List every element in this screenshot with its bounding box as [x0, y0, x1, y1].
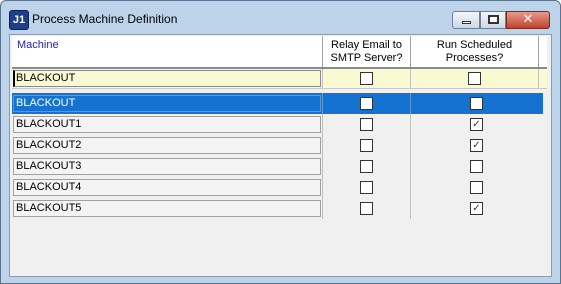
run-scheduled-checkbox[interactable]: ✓ — [470, 117, 483, 131]
relay-email-cell — [322, 135, 410, 156]
title-bar[interactable]: J1 Process Machine Definition ✕ — [1, 1, 560, 35]
maximize-icon — [488, 15, 499, 24]
minimize-button[interactable] — [452, 11, 480, 29]
relay-email-cell — [322, 156, 410, 177]
run-scheduled-cell — [410, 156, 543, 177]
relay-email-checkbox[interactable] — [359, 117, 373, 131]
relay-filter-checkbox[interactable] — [359, 71, 373, 85]
grid-container: Machine Relay Email to SMTP Server? Run … — [9, 34, 552, 277]
relay-email-checkbox[interactable] — [359, 159, 373, 173]
machine-name-cell[interactable]: BLACKOUT5 — [13, 200, 321, 217]
machine-name-cell[interactable]: BLACKOUT3 — [13, 158, 321, 175]
run-scheduled-cell — [410, 93, 543, 114]
run-scheduled-checkbox[interactable] — [470, 96, 483, 110]
run-scheduled-checkbox[interactable]: ✓ — [470, 138, 483, 152]
relay-email-cell — [322, 93, 410, 114]
window-title: Process Machine Definition — [32, 12, 178, 26]
column-header-run-scheduled[interactable]: Run Scheduled Processes? — [410, 36, 539, 67]
minimize-icon — [462, 21, 471, 24]
run-scheduled-checkbox[interactable] — [470, 180, 483, 194]
close-icon: ✕ — [522, 12, 534, 27]
relay-email-cell — [322, 177, 410, 198]
table-row[interactable]: BLACKOUT3 — [12, 156, 543, 177]
table-row[interactable]: BLACKOUT1 ✓ — [12, 114, 543, 135]
run-scheduled-cell: ✓ — [410, 135, 543, 156]
grid-header: Machine Relay Email to SMTP Server? Run … — [12, 36, 547, 69]
relay-filter-cell — [322, 69, 410, 88]
table-row[interactable]: BLACKOUT — [12, 93, 543, 114]
column-header-machine[interactable]: Machine — [17, 39, 59, 51]
run-filter-cell — [410, 69, 539, 88]
relay-email-cell — [322, 114, 410, 135]
relay-email-checkbox[interactable] — [359, 180, 373, 194]
machine-name-cell[interactable]: BLACKOUT — [13, 95, 321, 112]
run-scheduled-checkbox[interactable]: ✓ — [470, 201, 483, 215]
table-row[interactable]: BLACKOUT4 — [12, 177, 543, 198]
table-row[interactable]: BLACKOUT5 ✓ — [12, 198, 543, 219]
machine-filter-input[interactable]: BLACKOUT — [13, 70, 321, 87]
machine-name-cell[interactable]: BLACKOUT1 — [13, 116, 321, 133]
run-scheduled-cell — [410, 177, 543, 198]
run-scheduled-cell: ✓ — [410, 114, 543, 135]
relay-email-checkbox[interactable] — [359, 138, 373, 152]
machine-name-cell[interactable]: BLACKOUT4 — [13, 179, 321, 196]
relay-email-checkbox[interactable] — [359, 201, 373, 215]
run-filter-checkbox[interactable] — [467, 71, 481, 85]
run-scheduled-cell: ✓ — [410, 198, 543, 219]
maximize-button[interactable] — [480, 11, 506, 29]
filter-row: BLACKOUT — [12, 69, 547, 89]
machine-name-cell[interactable]: BLACKOUT2 — [13, 137, 321, 154]
column-header-relay-email[interactable]: Relay Email to SMTP Server? — [322, 36, 410, 67]
relay-email-cell — [322, 198, 410, 219]
run-scheduled-checkbox[interactable] — [470, 159, 483, 173]
table-row[interactable]: BLACKOUT2 ✓ — [12, 135, 543, 156]
relay-email-checkbox[interactable] — [359, 96, 373, 110]
close-button[interactable]: ✕ — [506, 11, 550, 29]
j1-app-icon[interactable]: J1 — [9, 10, 29, 30]
process-machine-window: J1 Process Machine Definition ✕ Machine … — [0, 0, 561, 284]
